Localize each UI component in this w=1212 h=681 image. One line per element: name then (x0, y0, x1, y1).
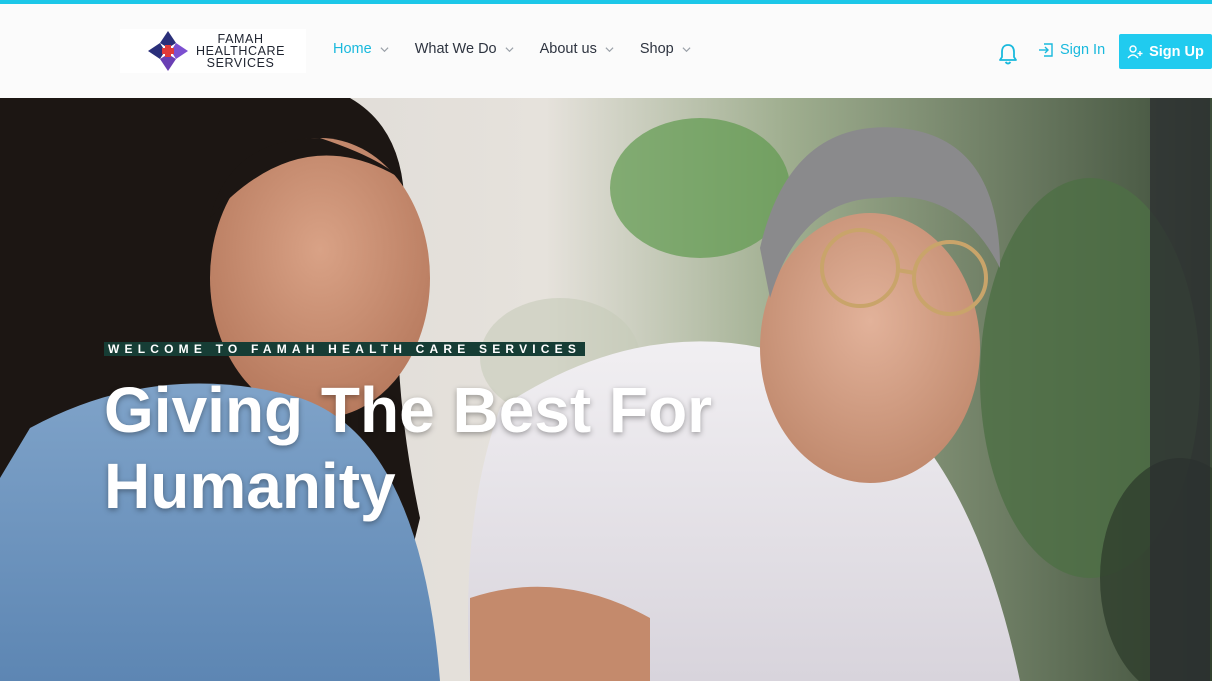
sign-in-label: Sign In (1060, 42, 1106, 58)
nav-item-label: What We Do (414, 41, 497, 57)
chevron-down-icon (380, 46, 389, 52)
chevron-down-icon (682, 46, 691, 52)
chevron-down-icon (605, 46, 614, 52)
nav-item-about-us[interactable]: About us (540, 41, 614, 57)
logo-line-3: SERVICES (206, 56, 275, 70)
nav-item-home[interactable]: Home (333, 41, 389, 57)
nav-item-label: About us (539, 41, 597, 57)
sign-up-label: Sign Up (1149, 43, 1204, 60)
logo[interactable]: FAMAH HEALTHCARE SERVICES (120, 29, 306, 73)
chevron-down-icon (505, 46, 514, 52)
bell-icon[interactable] (997, 42, 1019, 66)
sign-in-link[interactable]: Sign In (1038, 42, 1105, 58)
sign-up-button[interactable]: Sign Up (1119, 34, 1212, 69)
nav-item-what-we-do[interactable]: What We Do (415, 41, 514, 57)
hero-eyebrow: WELCOME TO FAMAH HEALTH CARE SERVICES (104, 342, 586, 356)
hero-banner: WELCOME TO FAMAH HEALTH CARE SERVICES Gi… (0, 98, 1212, 681)
page: FAMAH HEALTHCARE SERVICES Home What We D… (0, 0, 1212, 681)
user-add-icon (1127, 44, 1143, 58)
sign-in-icon (1039, 43, 1053, 57)
logo-text: FAMAH HEALTHCARE SERVICES (196, 33, 285, 70)
nav-item-shop[interactable]: Shop (640, 41, 691, 57)
main-nav: Home What We Do About us Shop (333, 41, 717, 57)
nav-item-label: Shop (639, 41, 674, 57)
nav-item-label: Home (333, 41, 372, 57)
logo-cross-icon (148, 31, 188, 71)
site-header: FAMAH HEALTHCARE SERVICES Home What We D… (0, 4, 1212, 98)
hero-title: Giving The Best For Humanity (104, 374, 713, 522)
